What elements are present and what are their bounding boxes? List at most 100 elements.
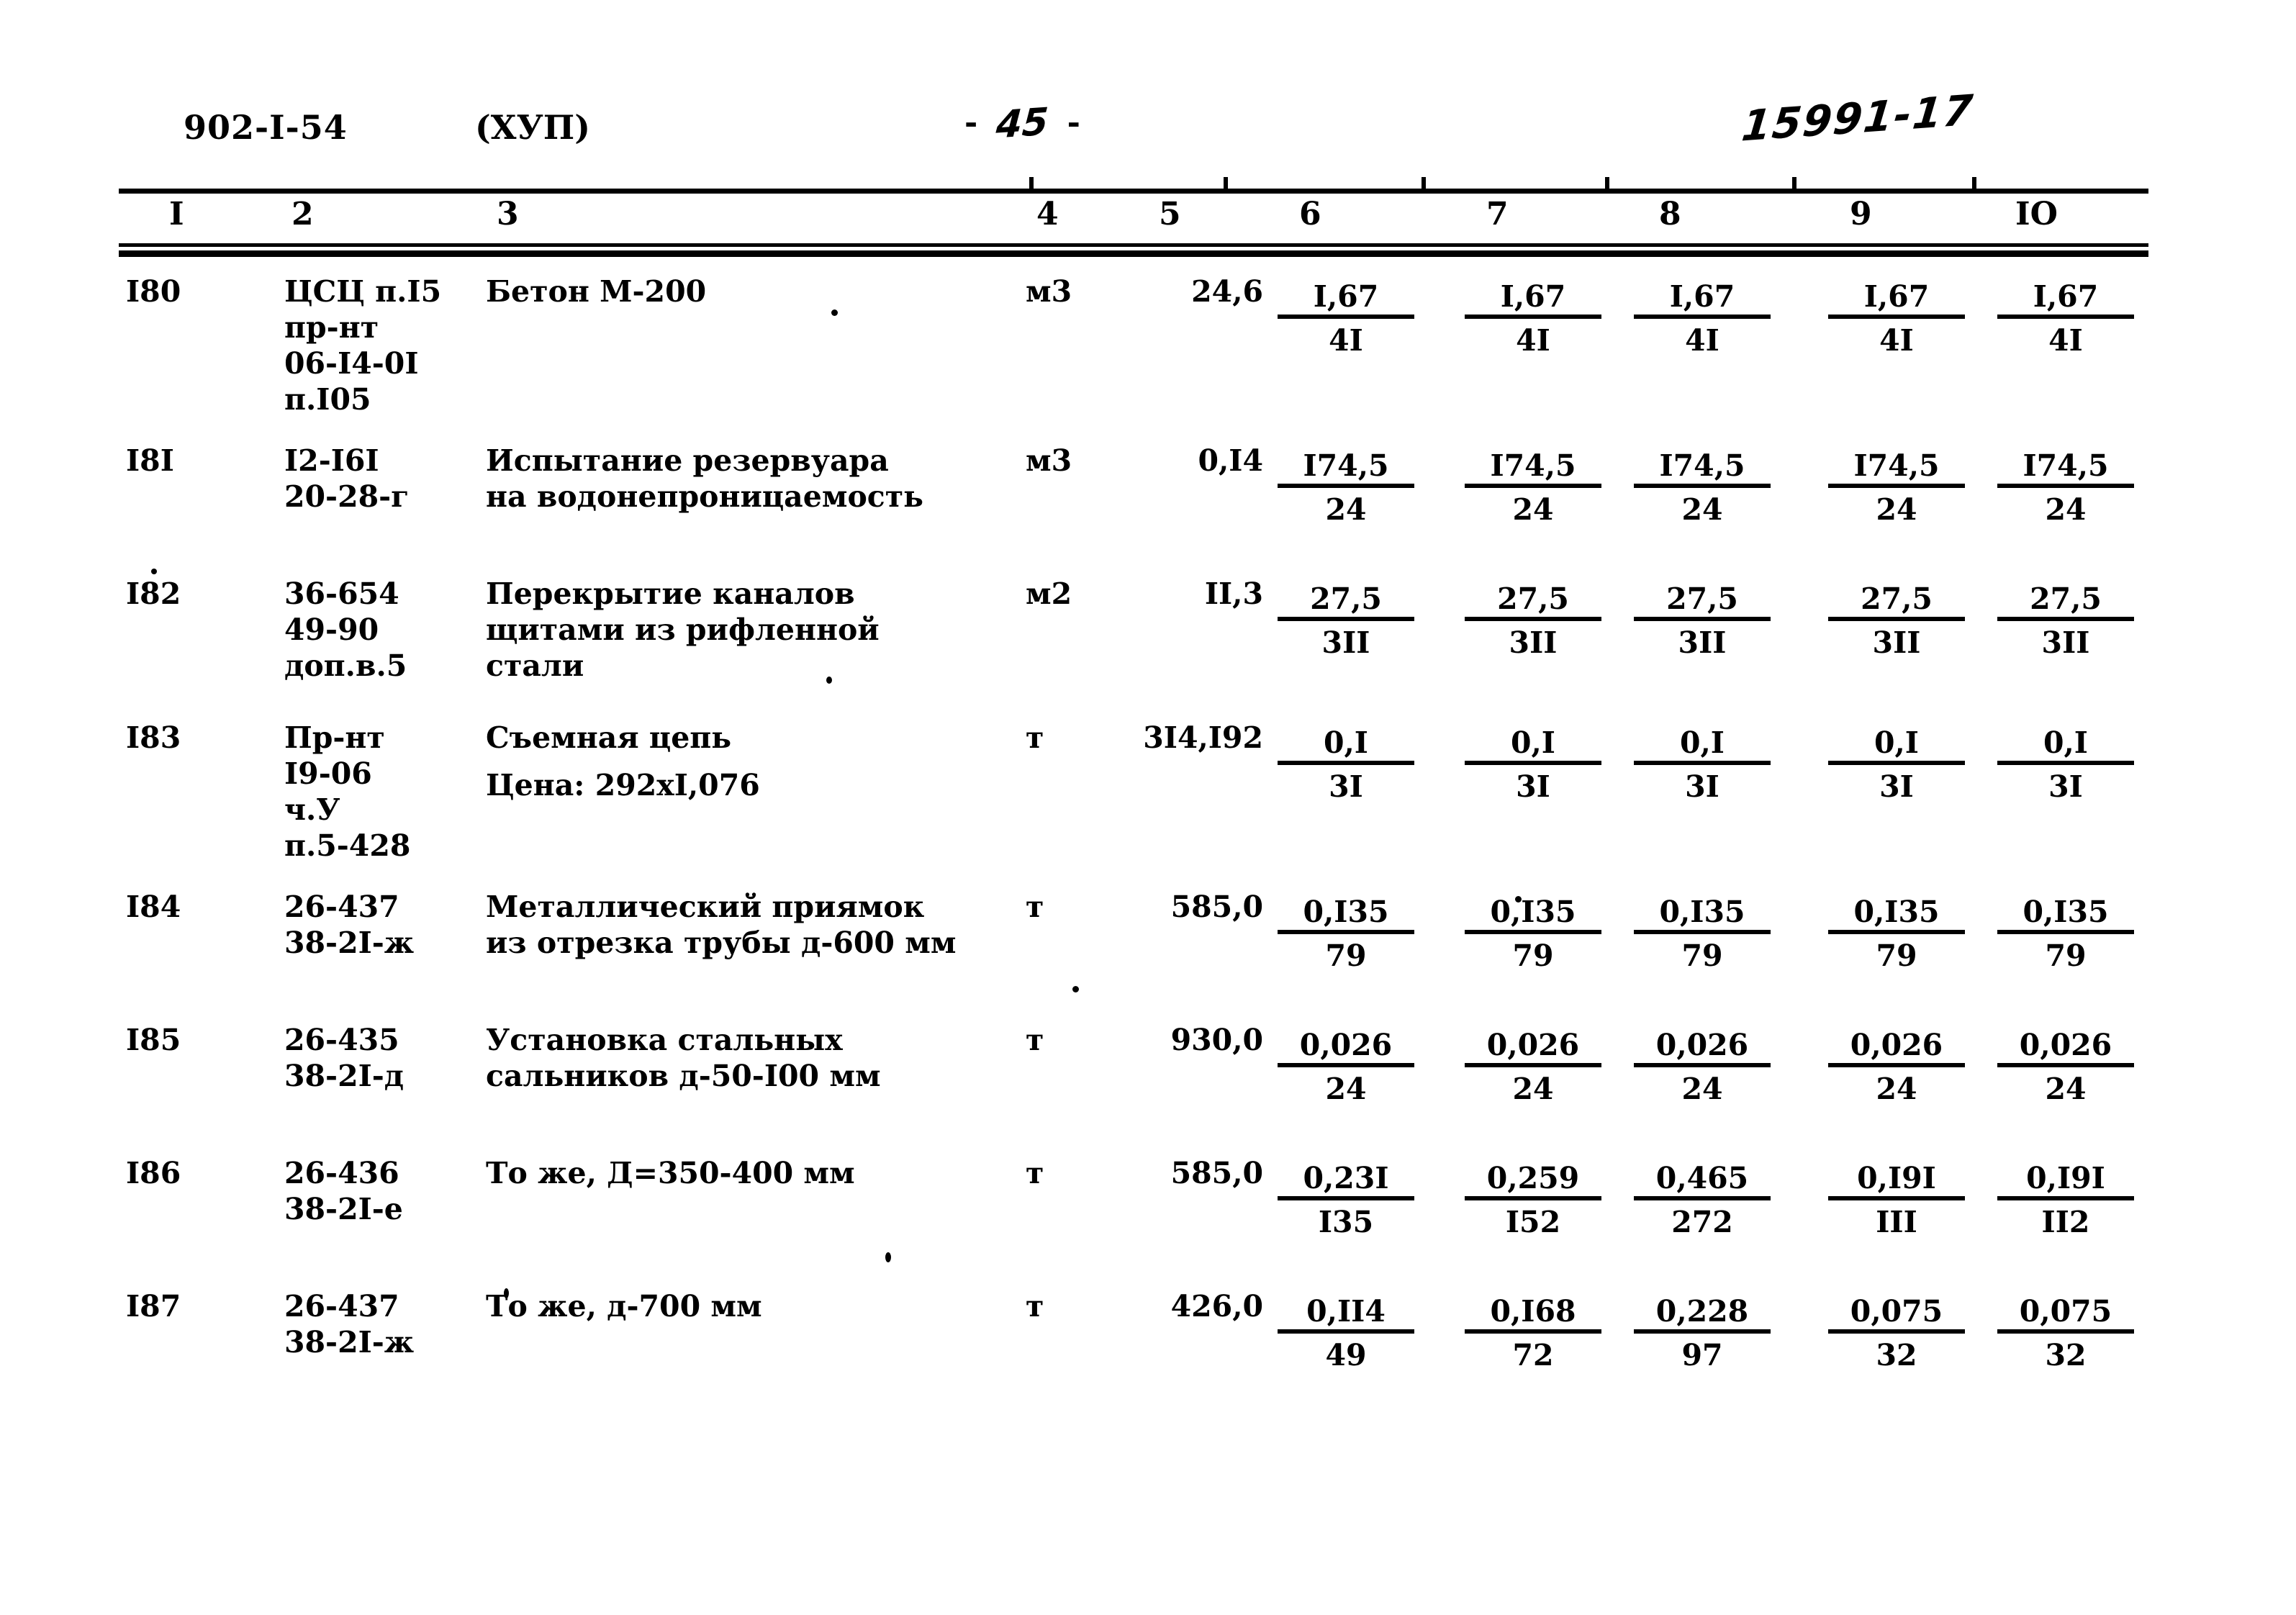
column-header-6: 6 <box>1299 196 1321 232</box>
value-numerator: 27,5 <box>1465 583 1601 621</box>
row-norm-code: 26-436 38-2I-е <box>284 1156 403 1226</box>
row-value-6: 0,23I I35 <box>1278 1162 1414 1241</box>
column-header-2: 2 <box>291 196 314 232</box>
row-value-7: 0,I 3I <box>1465 727 1601 805</box>
row-norm-code: ЦСЦ п.I5 пр-нт 06-I4-0I п.I05 <box>284 274 442 417</box>
description-line: Цена: 292хI,076 <box>486 768 760 802</box>
value-denominator: 79 <box>1512 938 1554 973</box>
value-denominator: 3I <box>1516 769 1550 804</box>
value-denominator: 4I <box>1329 323 1363 358</box>
document-part: (ХУП) <box>475 108 590 147</box>
table-top-rule <box>119 189 2148 194</box>
row-value-10: I,67 4I <box>1997 281 2134 359</box>
row-value-9: I,67 4I <box>1828 281 1965 359</box>
row-value-8: 27,5 3II <box>1634 583 1771 661</box>
row-description: Установка стальных сальников д-50-I00 мм <box>486 1022 1018 1094</box>
value-denominator: 24 <box>1325 492 1367 527</box>
value-denominator: 4I <box>1879 323 1914 358</box>
value-numerator: I,67 <box>1465 281 1601 319</box>
value-denominator: 3II <box>1678 625 1727 660</box>
scan-speck <box>826 677 832 684</box>
description-line: сальников д-50-I00 мм <box>486 1059 881 1093</box>
row-quantity: 585,0 <box>1170 1156 1263 1190</box>
description-line: Металлический приямок <box>486 890 925 924</box>
row-value-6: 0,026 24 <box>1278 1029 1414 1108</box>
row-value-9: 0,I35 79 <box>1828 896 1965 974</box>
value-numerator: 0,I <box>1465 727 1601 765</box>
value-denominator: 24 <box>2045 1072 2087 1106</box>
column-header-10: IO <box>2015 196 2058 232</box>
description-spacer <box>486 756 1018 767</box>
table-header-rule-thick <box>119 250 2148 257</box>
row-item-number: I83 <box>126 720 181 755</box>
row-value-6: 27,5 3II <box>1278 583 1414 661</box>
row-value-10: 0,I9I II2 <box>1997 1162 2134 1241</box>
row-value-8: 0,I 3I <box>1634 727 1771 805</box>
row-value-9: 27,5 3II <box>1828 583 1965 661</box>
scan-speck <box>151 569 157 574</box>
row-value-7: 0,I68 72 <box>1465 1295 1601 1374</box>
row-unit: т <box>1026 890 1044 924</box>
column-header-3: 3 <box>497 196 519 232</box>
value-numerator: 0,026 <box>1634 1029 1771 1067</box>
row-norm-code: I2-I6I 20-28-г <box>284 443 410 514</box>
value-denominator: 3I <box>2048 769 2083 804</box>
row-norm-code: Пр-нт I9-06 ч.У п.5-428 <box>284 720 411 863</box>
column-header-8: 8 <box>1659 196 1681 232</box>
value-denominator: 3I <box>1329 769 1363 804</box>
value-denominator: 3II <box>1509 625 1558 660</box>
value-numerator: 27,5 <box>1828 583 1965 621</box>
row-description: То же, д-700 мм <box>486 1288 1018 1324</box>
row-item-number: I8I <box>126 443 174 478</box>
row-unit: м3 <box>1026 443 1072 478</box>
value-numerator: 0,I <box>1828 727 1965 765</box>
value-denominator: 79 <box>1876 938 1917 973</box>
value-denominator: 4I <box>1685 323 1719 358</box>
row-unit: т <box>1026 1289 1044 1324</box>
value-numerator: 0,I35 <box>1997 896 2134 934</box>
value-numerator: 0,075 <box>1997 1295 2134 1334</box>
value-numerator: 0,I35 <box>1465 896 1601 934</box>
row-item-number: I82 <box>126 576 181 611</box>
value-numerator: 0,228 <box>1634 1295 1771 1334</box>
scan-speck <box>831 309 838 316</box>
value-numerator: I,67 <box>1278 281 1414 319</box>
value-numerator: 0,I9I <box>1828 1162 1965 1200</box>
value-denominator: 97 <box>1681 1338 1723 1372</box>
row-value-7: 0,026 24 <box>1465 1029 1601 1108</box>
row-item-number: I87 <box>126 1289 181 1324</box>
description-line: Съемная цепь <box>486 720 732 755</box>
value-numerator: I74,5 <box>1465 450 1601 488</box>
row-norm-code: 26-437 38-2I-ж <box>284 1289 415 1360</box>
value-numerator: 0,I35 <box>1278 896 1414 934</box>
value-denominator: 24 <box>2045 492 2087 527</box>
value-denominator: 32 <box>1876 1338 1917 1372</box>
row-value-6: I,67 4I <box>1278 281 1414 359</box>
value-numerator: 27,5 <box>1997 583 2134 621</box>
row-value-10: I74,5 24 <box>1997 450 2134 528</box>
value-denominator: 32 <box>2045 1338 2087 1372</box>
value-denominator: 72 <box>1512 1338 1554 1372</box>
row-value-9: 0,075 32 <box>1828 1295 1965 1374</box>
column-separator-tick <box>1972 177 1976 193</box>
description-line: То же, Д=350-400 мм <box>486 1156 855 1190</box>
column-header-1: I <box>169 196 184 232</box>
value-denominator: 79 <box>1325 938 1367 973</box>
value-denominator: III <box>1876 1205 1917 1239</box>
value-denominator: 3II <box>1872 625 1921 660</box>
value-denominator: 79 <box>1681 938 1723 973</box>
value-numerator: I,67 <box>1997 281 2134 319</box>
value-numerator: 0,I9I <box>1997 1162 2134 1200</box>
description-line: Перекрытие каналов <box>486 576 855 611</box>
row-value-9: 0,I 3I <box>1828 727 1965 805</box>
column-separator-tick <box>1605 177 1609 193</box>
row-item-number: I85 <box>126 1023 181 1057</box>
value-denominator: 79 <box>2045 938 2087 973</box>
scan-speck <box>885 1252 891 1262</box>
page-dash-right: - <box>1067 104 1080 141</box>
row-unit: т <box>1026 1023 1044 1057</box>
row-value-10: 0,075 32 <box>1997 1295 2134 1374</box>
row-value-8: 0,465 272 <box>1634 1162 1771 1241</box>
row-value-7: 0,259 I52 <box>1465 1162 1601 1241</box>
row-value-8: 0,026 24 <box>1634 1029 1771 1108</box>
